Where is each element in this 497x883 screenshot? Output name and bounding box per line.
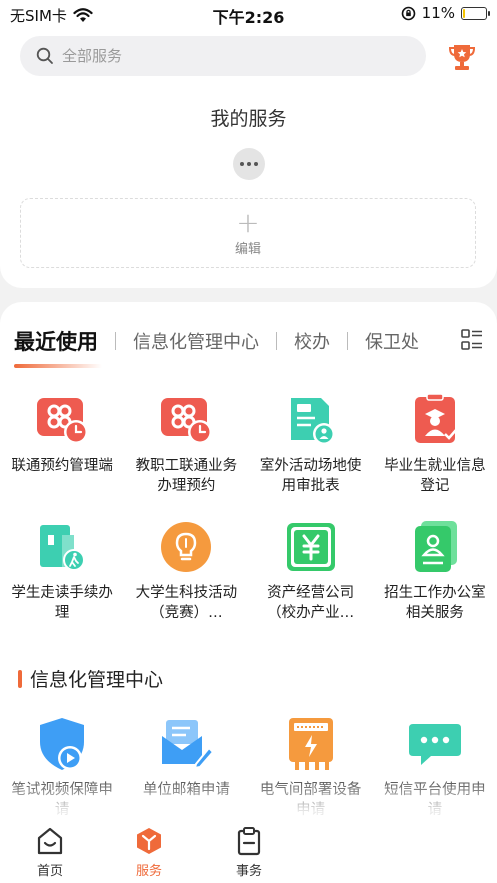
tab-divider	[115, 332, 116, 350]
service-tile[interactable]: 大学生科技活动（竞赛）…	[124, 517, 248, 623]
tab-divider	[276, 332, 277, 350]
service-tile[interactable]: 笔试视频保障申请	[0, 714, 124, 820]
service-name: 笔试视频保障申请	[11, 782, 113, 818]
service-tile[interactable]: 毕业生就业信息登记	[373, 390, 497, 496]
service-name: 短信平台使用申请	[384, 782, 486, 818]
search-bar[interactable]	[20, 36, 426, 76]
section-header-info-center: 信息化管理中心	[18, 665, 163, 692]
active-tab-indicator	[14, 364, 102, 368]
top-card: 我的服务 + 编辑	[0, 30, 497, 288]
my-services-title: 我的服务	[210, 108, 287, 130]
nav-label: 首页	[36, 864, 63, 879]
service-tile[interactable]: 招生工作办公室相关服务	[373, 517, 497, 623]
service-tile[interactable]: 室外活动场地使用审批表	[249, 390, 373, 496]
more-icon[interactable]	[233, 148, 265, 180]
battery-icon	[461, 6, 490, 20]
clipboard-icon	[237, 827, 261, 856]
service-tile[interactable]: 学生走读手续办理	[0, 517, 124, 623]
nav-label: 服务	[135, 864, 162, 879]
service-name: 联通预约管理端	[11, 458, 113, 474]
search-icon	[36, 47, 53, 64]
section-title: 信息化管理中心	[30, 669, 164, 691]
tab-school-office[interactable]: 校办	[294, 328, 330, 354]
search-input[interactable]	[62, 47, 362, 65]
nav-affairs[interactable]: 事务	[219, 826, 279, 879]
service-tile[interactable]: 单位邮箱申请	[124, 714, 248, 820]
info-center-grid: 笔试视频保障申请 单位邮箱申请 电气间部署设备申请 短信平台使用申请	[0, 714, 497, 820]
electric-box-icon	[288, 718, 333, 770]
rotation-lock-icon	[401, 6, 415, 20]
tab-info-center[interactable]: 信息化管理中心	[133, 328, 259, 354]
service-name: 电气间部署设备申请	[259, 782, 362, 818]
service-cube-icon	[137, 828, 161, 854]
service-name: 资产经营公司（校办产业…	[267, 585, 355, 621]
unicom-calendar-icon	[37, 398, 89, 444]
bottom-nav: 首页 服务 事务	[0, 820, 497, 883]
category-tabs: 最近使用 信息化管理中心 校办 保卫处	[14, 326, 419, 356]
nav-label: 事务	[235, 864, 262, 879]
yuan-asset-icon	[286, 523, 335, 571]
walking-building-icon	[40, 525, 86, 571]
service-tile[interactable]: 电气间部署设备申请	[249, 714, 373, 820]
category-list-icon[interactable]	[461, 329, 483, 351]
tab-recent[interactable]: 最近使用	[14, 326, 98, 356]
recent-grid-row-2: 学生走读手续办理 大学生科技活动（竞赛）… 资产经营公司（校办产业… 招生工作办…	[0, 517, 497, 623]
service-tile[interactable]: 联通预约管理端	[0, 390, 124, 496]
sms-bubble-icon	[408, 724, 461, 765]
service-name: 室外活动场地使用审批表	[259, 458, 362, 494]
trophy-icon[interactable]	[448, 42, 476, 72]
service-name: 教职工联通业务办理预约	[135, 458, 238, 494]
shield-play-icon	[40, 718, 85, 770]
tab-security-office[interactable]: 保卫处	[365, 328, 419, 354]
service-name: 学生走读手续办理	[11, 585, 113, 621]
service-tile[interactable]: 教职工联通业务办理预约	[124, 390, 248, 496]
status-bar: 无SIM卡 下午2:26 11%	[0, 0, 497, 30]
services-card: 最近使用 信息化管理中心 校办 保卫处 联通预约管理端 教职工联通业务办理预约 …	[0, 302, 497, 832]
tab-divider	[347, 332, 348, 350]
battery-percent: 11%	[421, 4, 455, 22]
id-card-icon	[414, 521, 457, 572]
recent-grid-row-1: 联通预约管理端 教职工联通业务办理预约 室外活动场地使用审批表 毕业生就业信息登…	[0, 390, 497, 496]
nav-home[interactable]: 首页	[20, 826, 80, 879]
service-name: 大学生科技活动（竞赛）…	[135, 585, 238, 621]
mail-edit-icon	[162, 720, 215, 770]
graduate-card-icon	[414, 393, 457, 443]
venue-approval-icon	[290, 398, 335, 445]
nav-service[interactable]: 服务	[119, 826, 179, 879]
service-tile[interactable]: 短信平台使用申请	[373, 714, 497, 820]
service-name: 毕业生就业信息登记	[384, 458, 486, 494]
lightbulb-icon	[161, 522, 212, 572]
service-name: 招生工作办公室相关服务	[384, 585, 486, 621]
plus-icon: +	[236, 205, 260, 239]
section-accent-bar	[18, 669, 22, 688]
home-icon	[37, 827, 63, 855]
unicom-calendar-icon	[161, 398, 213, 444]
edit-services-button[interactable]: + 编辑	[20, 198, 476, 268]
service-tile[interactable]: 资产经营公司（校办产业…	[249, 517, 373, 623]
edit-label: 编辑	[234, 241, 261, 257]
service-name: 单位邮箱申请	[142, 782, 230, 798]
